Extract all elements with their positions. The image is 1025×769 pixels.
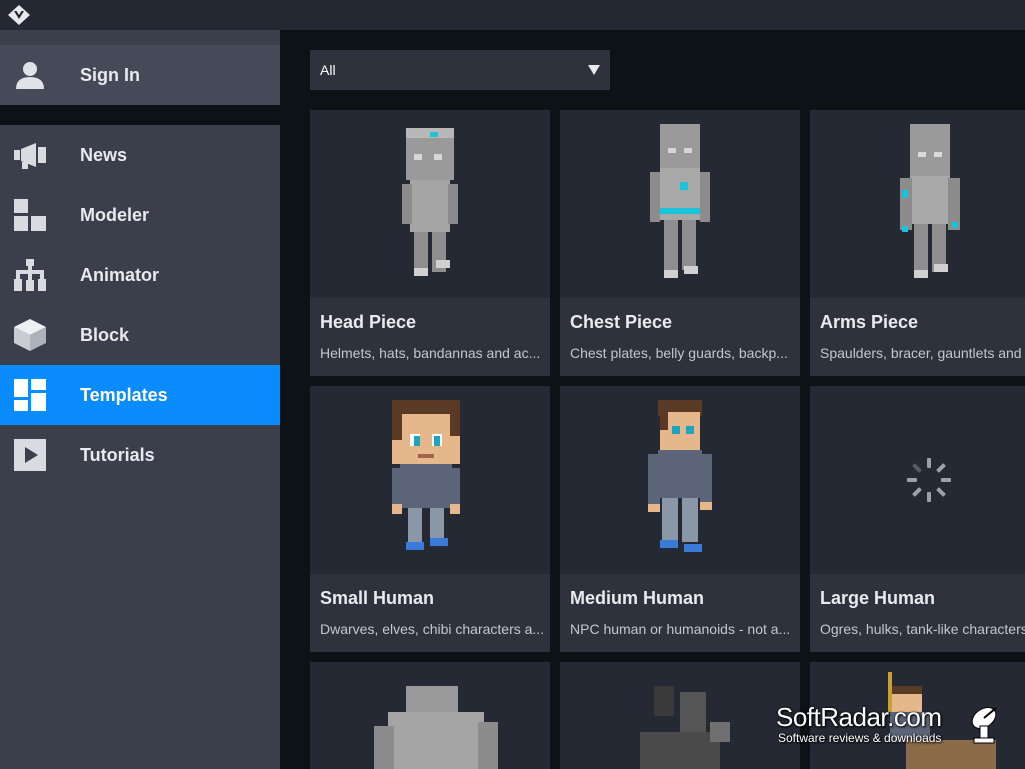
template-title: Large Human (820, 588, 936, 608)
chevron-down-icon (588, 65, 600, 75)
softradar-watermark: SoftRadar.com Software reviews & downloa… (776, 702, 1006, 750)
sidebar-item-label: Templates (80, 385, 168, 405)
template-title: Arms Piece (820, 312, 919, 332)
app-logo-icon (8, 5, 30, 25)
template-card-medium-human[interactable]: Medium Human NPC human or humanoids - no… (560, 386, 800, 652)
sidebar-item-tutorials[interactable]: Tutorials (0, 425, 280, 485)
template-thumbnail (310, 386, 550, 574)
play-icon (14, 439, 46, 471)
sidebar-item-block[interactable]: Block (0, 305, 280, 365)
template-thumbnail (560, 110, 800, 298)
template-description: Ogres, hulks, tank-like characters,... (820, 621, 1025, 637)
template-thumbnail (310, 110, 550, 298)
templates-grid-icon (14, 379, 46, 411)
template-thumbnail (810, 110, 1025, 298)
watermark-title: SoftRadar.com (776, 702, 942, 732)
template-card-arms-piece[interactable]: Arms Piece Spaulders, bracer, gauntlets … (810, 110, 1025, 376)
template-title: Medium Human (570, 588, 705, 608)
sidebar-nav: News Modeler Animator Block Templates Tu… (0, 125, 280, 485)
satellite-dish-icon (971, 707, 997, 744)
sidebar: Sign In News Modeler Animator Block Temp… (0, 30, 280, 769)
sidebar-item-animator[interactable]: Animator (0, 245, 280, 305)
sidebar-item-news[interactable]: News (0, 125, 280, 185)
sidebar-item-label: Animator (80, 265, 160, 285)
template-thumbnail (810, 386, 1025, 574)
sidebar-item-label: Block (80, 325, 130, 345)
sidebar-item-label: News (80, 145, 128, 165)
sign-in-label: Sign In (80, 65, 140, 85)
template-card-small-human[interactable]: Small Human Dwarves, elves, chibi charac… (310, 386, 550, 652)
megaphone-icon (14, 143, 46, 169)
template-description: NPC human or humanoids - not a... (570, 621, 791, 637)
template-card-large-human[interactable]: Large Human Ogres, hulks, tank-like char… (810, 386, 1025, 652)
template-card-creature[interactable] (310, 662, 550, 769)
template-card-chest-piece[interactable]: Chest Piece Chest plates, belly guards, … (560, 110, 800, 376)
sidebar-item-label: Tutorials (80, 445, 155, 465)
modeler-blocks-icon (14, 199, 46, 231)
template-description: Helmets, hats, bandannas and ac... (320, 345, 541, 361)
template-description: Chest plates, belly guards, backp... (570, 345, 788, 361)
sidebar-item-modeler[interactable]: Modeler (0, 185, 280, 245)
template-thumbnail (560, 662, 800, 769)
watermark-subtitle: Software reviews & downloads (778, 731, 942, 745)
template-thumbnail (310, 662, 550, 769)
skeleton-rig-icon (14, 259, 46, 291)
filter-selected-value: All (320, 62, 336, 78)
template-title: Chest Piece (570, 312, 673, 332)
sidebar-divider (0, 105, 280, 125)
sidebar-item-label: Modeler (80, 205, 150, 225)
sidebar-item-templates[interactable]: Templates (0, 365, 280, 425)
cube-icon (14, 319, 46, 351)
template-description: Spaulders, bracer, gauntlets and ... (820, 345, 1025, 361)
template-title: Head Piece (320, 312, 417, 332)
template-thumbnail (560, 386, 800, 574)
sign-in-button[interactable]: Sign In (0, 45, 280, 105)
template-card-quadruped[interactable] (560, 662, 800, 769)
template-card-head-piece[interactable]: Head Piece Helmets, hats, bandannas and … (310, 110, 550, 376)
user-icon (16, 62, 44, 89)
category-filter-dropdown[interactable]: All (310, 50, 610, 90)
title-bar (0, 0, 1025, 30)
template-description: Dwarves, elves, chibi characters a... (320, 621, 545, 637)
template-title: Small Human (320, 588, 435, 608)
